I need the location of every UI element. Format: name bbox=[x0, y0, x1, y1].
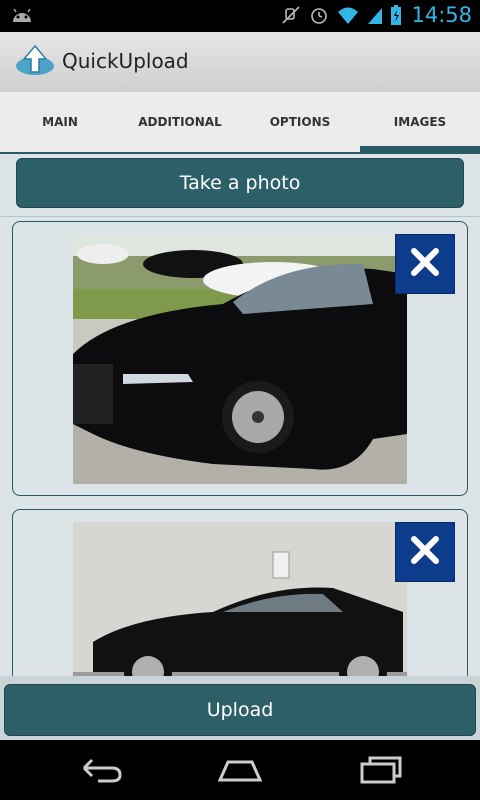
tab-options[interactable]: OPTIONS bbox=[240, 92, 360, 152]
android-icon bbox=[10, 6, 34, 30]
home-icon[interactable] bbox=[216, 754, 264, 790]
status-bar: 14:58 bbox=[0, 0, 480, 32]
image-card bbox=[12, 509, 468, 676]
car-photo-front bbox=[73, 234, 407, 484]
close-icon bbox=[408, 533, 442, 571]
divider bbox=[0, 216, 480, 217]
footer-bar: Upload bbox=[0, 676, 480, 740]
remove-image-button[interactable] bbox=[395, 234, 455, 294]
close-icon bbox=[408, 245, 442, 283]
upload-logo-icon bbox=[14, 40, 56, 86]
remove-image-button[interactable] bbox=[395, 522, 455, 582]
action-bar: QuickUpload bbox=[0, 32, 480, 92]
tab-main[interactable]: MAIN bbox=[0, 92, 120, 152]
take-photo-button[interactable]: Take a photo bbox=[16, 158, 464, 208]
signal-icon bbox=[366, 4, 384, 30]
app-title: QuickUpload bbox=[62, 49, 189, 73]
upload-button[interactable]: Upload bbox=[4, 684, 476, 736]
battery-icon bbox=[390, 4, 402, 30]
images-panel[interactable]: Take a photo bbox=[0, 154, 480, 676]
recents-icon[interactable] bbox=[358, 754, 404, 790]
tab-additional[interactable]: ADDITIONAL bbox=[120, 92, 240, 152]
image-card bbox=[12, 221, 468, 496]
car-photo-side bbox=[73, 522, 407, 676]
wifi-icon bbox=[336, 4, 360, 30]
status-time: 14:58 bbox=[411, 3, 472, 27]
tab-bar: MAIN ADDITIONAL OPTIONS IMAGES bbox=[0, 92, 480, 154]
back-icon[interactable] bbox=[78, 754, 124, 790]
mute-icon bbox=[280, 4, 302, 30]
tab-images[interactable]: IMAGES bbox=[360, 92, 480, 152]
alarm-icon bbox=[308, 4, 330, 30]
nav-bar bbox=[0, 740, 480, 800]
